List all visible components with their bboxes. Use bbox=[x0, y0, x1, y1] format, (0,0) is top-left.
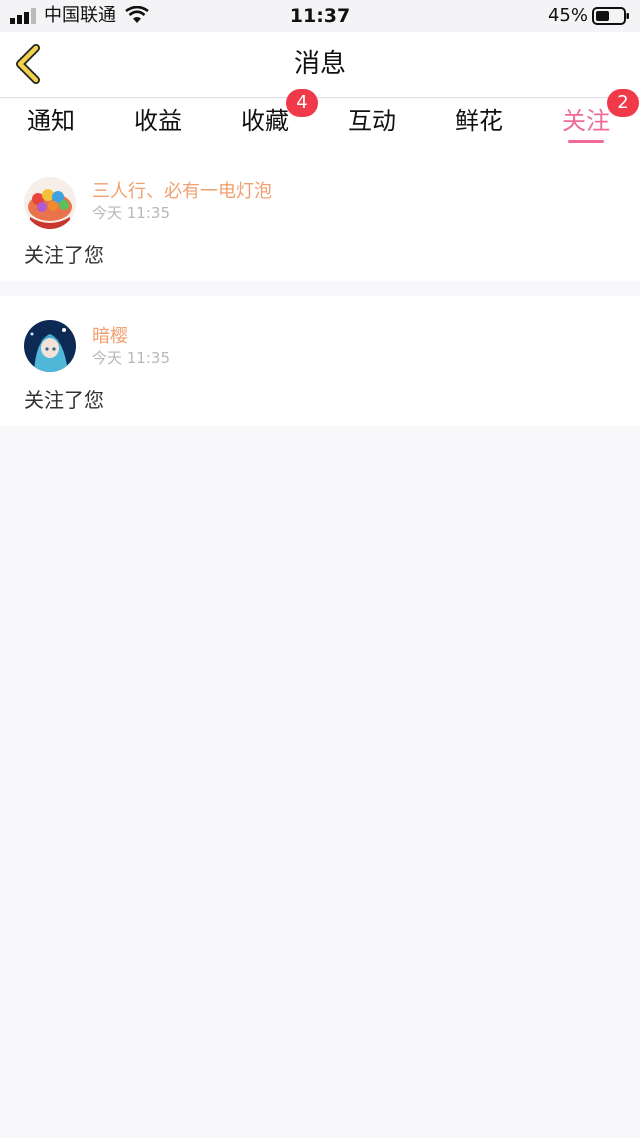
message-text: 关注了您 bbox=[24, 243, 104, 267]
tab-flowers[interactable]: 鲜花 bbox=[434, 99, 524, 151]
timestamp: 今天 11:35 bbox=[92, 349, 170, 367]
tab-favorites[interactable]: 收藏 4 bbox=[220, 89, 318, 151]
avatar[interactable] bbox=[24, 177, 76, 229]
username[interactable]: 暗樱 bbox=[92, 326, 128, 348]
avatar-image bbox=[24, 320, 76, 372]
active-tab-indicator bbox=[568, 140, 604, 143]
timestamp: 今天 11:35 bbox=[92, 204, 170, 222]
tab-bar: 通知 收益 收藏 4 互动 鲜花 关注 2 bbox=[0, 89, 640, 151]
tab-label: 互动 bbox=[348, 107, 396, 135]
status-bar: 中国联通 11:37 45% bbox=[0, 0, 640, 32]
list-item[interactable]: 暗樱 今天 11:35 关注了您 bbox=[0, 296, 640, 426]
tab-interactions[interactable]: 互动 bbox=[327, 99, 417, 151]
page-title: 消息 bbox=[293, 49, 346, 79]
avatar[interactable] bbox=[24, 320, 76, 372]
battery-percent: 45% bbox=[547, 5, 588, 26]
unread-badge: 4 bbox=[286, 89, 318, 117]
tab-label: 关注 bbox=[562, 107, 610, 135]
tab-notifications[interactable]: 通知 bbox=[6, 99, 96, 151]
unread-badge: 2 bbox=[607, 89, 639, 117]
username[interactable]: 三人行、必有一电灯泡 bbox=[92, 181, 272, 203]
tab-label: 收益 bbox=[134, 107, 182, 135]
tab-label: 鲜花 bbox=[455, 107, 503, 135]
list-item[interactable]: 三人行、必有一电灯泡 今天 11:35 关注了您 bbox=[0, 151, 640, 281]
tab-earnings[interactable]: 收益 bbox=[113, 99, 203, 151]
clock: 11:37 bbox=[289, 5, 351, 27]
tab-label: 收藏 bbox=[241, 107, 289, 135]
tab-label: 通知 bbox=[27, 107, 75, 135]
tab-follows[interactable]: 关注 2 bbox=[541, 89, 639, 151]
battery-icon bbox=[592, 7, 629, 25]
message-text: 关注了您 bbox=[24, 388, 104, 412]
avatar-image bbox=[24, 177, 76, 229]
nav-bar: 消息 bbox=[0, 32, 640, 98]
